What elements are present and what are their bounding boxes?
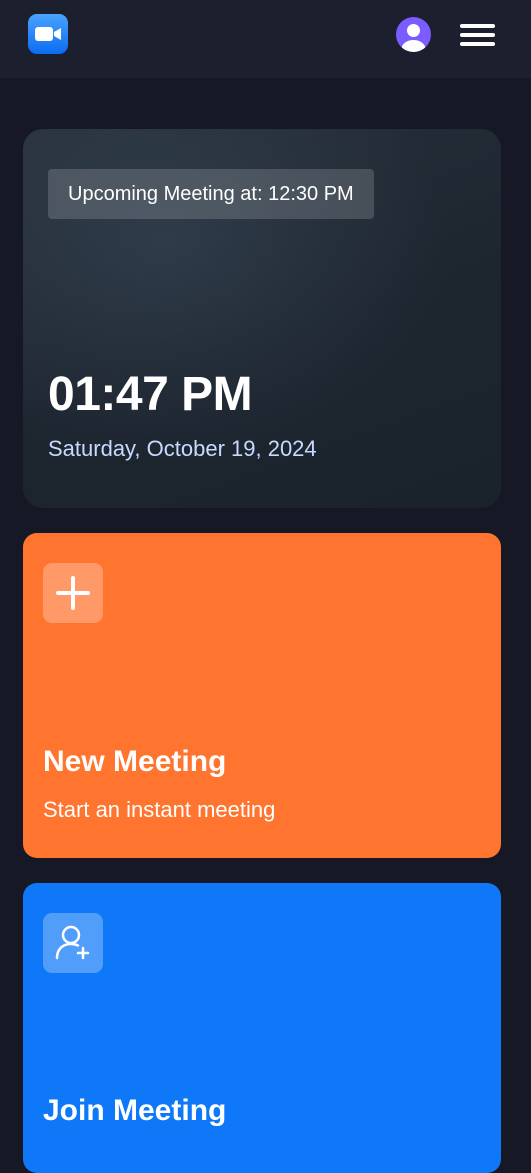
join-meeting-card[interactable]: Join Meeting — [23, 883, 501, 1173]
new-meeting-icon-box — [43, 563, 103, 623]
top-navbar — [0, 0, 531, 78]
hero-banner: Upcoming Meeting at: 12:30 PM 01:47 PM S… — [23, 129, 501, 508]
join-meeting-title: Join Meeting — [43, 1094, 227, 1127]
hamburger-menu-icon — [460, 24, 495, 28]
user-avatar-icon — [401, 24, 426, 52]
new-meeting-title: New Meeting — [43, 745, 227, 778]
plus-icon — [56, 576, 90, 610]
new-meeting-card[interactable]: New Meeting Start an instant meeting — [23, 533, 501, 858]
upcoming-meeting-badge: Upcoming Meeting at: 12:30 PM — [48, 169, 374, 219]
app-logo[interactable] — [28, 14, 68, 54]
current-time: 01:47 PM — [48, 368, 253, 421]
video-camera-logo-icon — [35, 27, 61, 41]
new-meeting-description: Start an instant meeting — [43, 797, 276, 822]
add-user-icon — [55, 925, 90, 960]
hamburger-menu-button[interactable] — [460, 22, 496, 48]
current-date: Saturday, October 19, 2024 — [48, 436, 317, 461]
join-meeting-icon-box — [43, 913, 103, 973]
user-avatar[interactable] — [396, 17, 431, 52]
